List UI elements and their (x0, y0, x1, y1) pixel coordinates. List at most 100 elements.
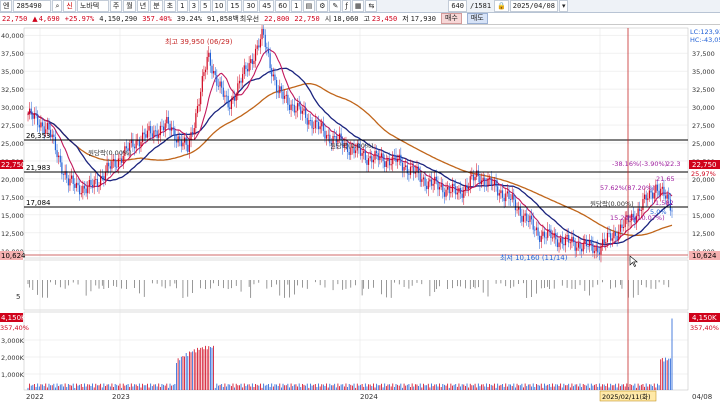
tools-icon[interactable]: ✎ (329, 0, 342, 12)
high-price: 23,450 (371, 14, 398, 23)
layout-icon[interactable]: ▦ (351, 0, 365, 12)
left-tick-label: 40,000 (1, 32, 24, 40)
data-total: /1581 (469, 2, 492, 10)
interval-30[interactable]: 30 (243, 0, 259, 12)
candle-body (508, 191, 510, 199)
candle-body (158, 135, 160, 138)
volume-tick-label: 2,000K (1, 354, 25, 362)
candle-body (300, 106, 302, 114)
candle-body (397, 158, 399, 162)
right-price-axis: 37,50035,00032,50030,00027,50025,00022,5… (692, 50, 715, 256)
candle-body (605, 242, 607, 244)
right-tick-label: 32,500 (692, 86, 715, 94)
candle-body (146, 130, 149, 138)
stock-name[interactable]: 노바텍 (76, 0, 109, 12)
candle-body (363, 151, 365, 154)
candle-body (125, 146, 128, 149)
current-price: 22,750 (2, 14, 28, 23)
interval-1[interactable]: 1 (177, 0, 188, 12)
indicator-icon[interactable]: ƒ (342, 0, 351, 12)
date-input[interactable]: 2025/04/08 (509, 0, 558, 12)
volume-panel[interactable] (23, 311, 689, 391)
period-week[interactable]: 월 (123, 0, 136, 12)
candle-body (242, 74, 244, 83)
interval-45[interactable]: 45 (259, 0, 275, 12)
candle-body (489, 177, 491, 179)
stock-type-selector[interactable]: 엔 (0, 0, 13, 12)
x-label-end: 04/08 (692, 393, 712, 401)
sell-button[interactable]: 매도 (466, 13, 488, 24)
candle-body (424, 177, 426, 186)
left-price-axis: 40,000 37,500 35,000 32,500 30,000 27,500 25,0… (1, 32, 24, 256)
candle-body (524, 213, 526, 216)
volume-tick-label: 1,000K (1, 371, 25, 379)
period-year[interactable]: 년 (136, 0, 150, 12)
search-icon[interactable]: ⌕ (52, 0, 63, 12)
stock-chart[interactable]: 26,353 21,983 17,084 최고 39,950 (06/29) 최… (0, 25, 720, 404)
candle-body (411, 166, 413, 168)
lock-icon[interactable]: 🔒 (494, 0, 509, 12)
candle-body (143, 132, 145, 135)
candle-body (35, 113, 37, 115)
settings-icon[interactable]: ⚙ (316, 0, 329, 12)
right-tick-label: 37,500 (692, 50, 715, 58)
candle-body (272, 74, 274, 77)
candle-body (230, 100, 232, 110)
interval-15[interactable]: 15 (227, 0, 243, 12)
interval-custom[interactable]: 1 (291, 0, 302, 12)
calendar-icon[interactable]: ▾ (558, 0, 569, 12)
interval-3[interactable]: 3 (188, 0, 200, 12)
candle-body (161, 125, 163, 127)
candle-body (317, 122, 320, 130)
candle-body (69, 178, 71, 186)
candle-body (290, 104, 292, 111)
candle-body (619, 224, 621, 232)
candle-body (266, 47, 268, 49)
candle-body (32, 114, 34, 119)
candle-body (334, 136, 336, 137)
period-day[interactable]: 주 (109, 0, 123, 12)
candle-body (560, 238, 562, 243)
candle-body (153, 130, 155, 137)
candle-body (405, 165, 407, 168)
candle-body (468, 186, 470, 190)
candle-body (639, 208, 641, 211)
sync-icon[interactable]: ⇆ (365, 0, 378, 12)
candle-body (485, 184, 487, 187)
candle-body (532, 219, 534, 230)
candle-body (500, 190, 502, 194)
candle-body (340, 133, 342, 140)
candle-body (206, 56, 208, 70)
buy-button[interactable]: 매수 (440, 13, 462, 24)
period-minute[interactable]: 분 (150, 0, 163, 12)
candle-body (119, 158, 121, 160)
interval-5[interactable]: 5 (200, 0, 211, 12)
candle-body (258, 45, 260, 48)
candle-body (451, 183, 454, 192)
candle-body (169, 123, 171, 131)
right-top-label-2: HC:-43,05 (690, 36, 720, 44)
trade-amount: 91,858백 (207, 14, 239, 23)
candle-body (621, 224, 623, 228)
link-toggle[interactable]: 신 (63, 0, 76, 12)
candle-body (597, 246, 599, 253)
indicator-panel[interactable] (23, 259, 689, 311)
candle-body (240, 80, 242, 83)
bid-price: 22,800 (264, 14, 290, 23)
candle-body (456, 192, 458, 195)
stock-code-input[interactable]: 285490 (13, 0, 52, 12)
data-count-input[interactable]: 640 (448, 0, 467, 12)
interval-10[interactable]: 10 (211, 0, 227, 12)
interval-60[interactable]: 60 (275, 0, 291, 12)
candle-body (476, 170, 478, 177)
candle-body (514, 199, 517, 211)
candle-body (385, 161, 387, 168)
candle-body (195, 113, 197, 129)
left-tick-label: 27,500 (1, 122, 24, 130)
period-second[interactable]: 초 (163, 0, 177, 12)
change-percent: +25.97% (64, 14, 95, 23)
candle-body (109, 166, 111, 169)
chart-type-icon[interactable]: ▤ (302, 0, 316, 12)
candle-body (41, 122, 44, 127)
candle-body (62, 174, 65, 176)
